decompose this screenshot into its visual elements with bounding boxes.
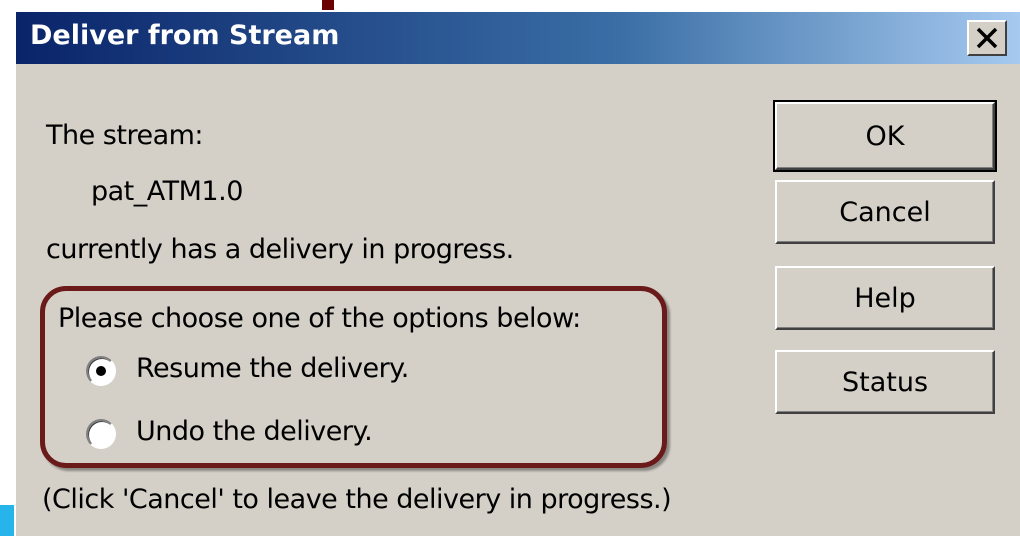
undo-delivery-radio[interactable] [86, 419, 116, 449]
ok-button[interactable]: OK [773, 100, 997, 172]
resume-delivery-label[interactable]: Resume the delivery. [136, 353, 409, 384]
deliver-from-stream-dialog: Deliver from Stream The stream: pat_ATM1… [14, 10, 1020, 536]
background-accent [0, 505, 14, 536]
radio-ring [86, 419, 116, 449]
dialog-title: Deliver from Stream [30, 20, 340, 51]
stream-name: pat_ATM1.0 [91, 176, 243, 207]
options-prompt: Please choose one of the options below: [58, 303, 581, 334]
title-bar[interactable]: Deliver from Stream [16, 12, 1020, 64]
cancel-button[interactable]: Cancel [775, 180, 995, 244]
radio-selected-dot [96, 366, 106, 376]
screen: Deliver from Stream The stream: pat_ATM1… [0, 0, 1020, 536]
help-button[interactable]: Help [775, 266, 995, 330]
stream-label: The stream: [46, 120, 204, 151]
resume-delivery-radio[interactable] [86, 356, 116, 386]
footer-note: (Click 'Cancel' to leave the delivery in… [42, 484, 672, 515]
status-button[interactable]: Status [775, 350, 995, 414]
close-button[interactable] [967, 20, 1007, 56]
undo-delivery-label[interactable]: Undo the delivery. [136, 416, 373, 447]
close-icon [976, 27, 998, 49]
delivery-status-text: currently has a delivery in progress. [46, 234, 514, 265]
